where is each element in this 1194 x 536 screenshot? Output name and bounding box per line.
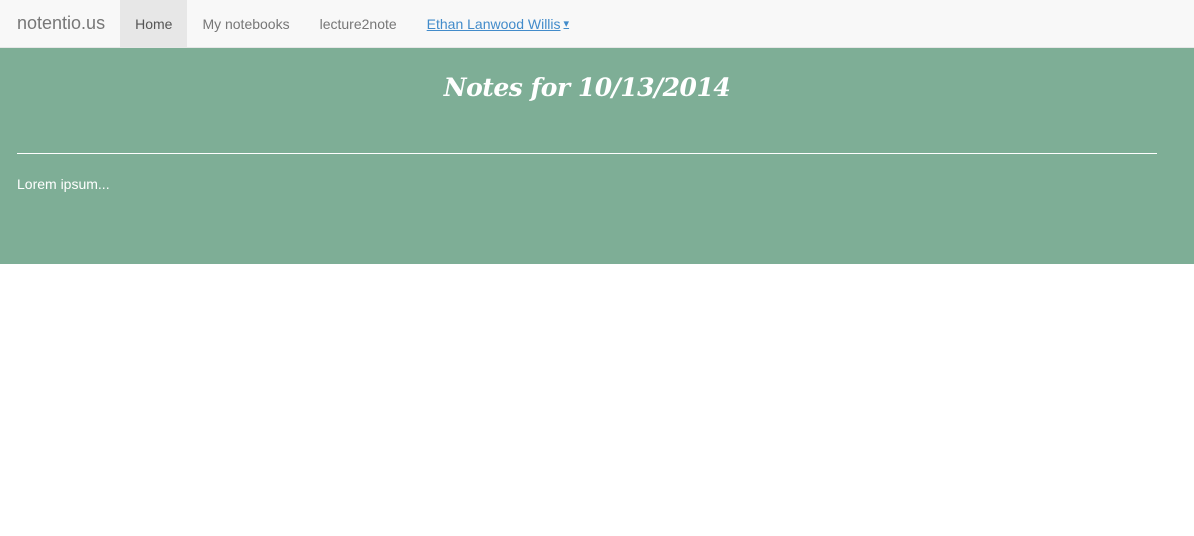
note-title: Notes for 10/13/2014 — [443, 73, 731, 102]
title-divider — [17, 153, 1157, 154]
top-navbar: notentio.us Home My notebooks lecture2no… — [0, 0, 1194, 48]
note-body: Lorem ipsum... — [17, 176, 110, 192]
nav-item-my-notebooks[interactable]: My notebooks — [187, 0, 304, 47]
note-panel: Notes for 10/13/2014 Lorem ipsum... — [0, 48, 1194, 264]
caret-down-icon: ▾ — [563, 18, 570, 30]
user-menu-dropdown[interactable]: Ethan Lanwood Willis ▾ — [412, 0, 584, 47]
user-name: Ethan Lanwood Willis — [426, 15, 561, 32]
nav-item-home[interactable]: Home — [120, 0, 188, 47]
nav-item-lecture2note[interactable]: lecture2note — [305, 0, 412, 47]
brand-link[interactable]: notentio.us — [0, 0, 120, 47]
